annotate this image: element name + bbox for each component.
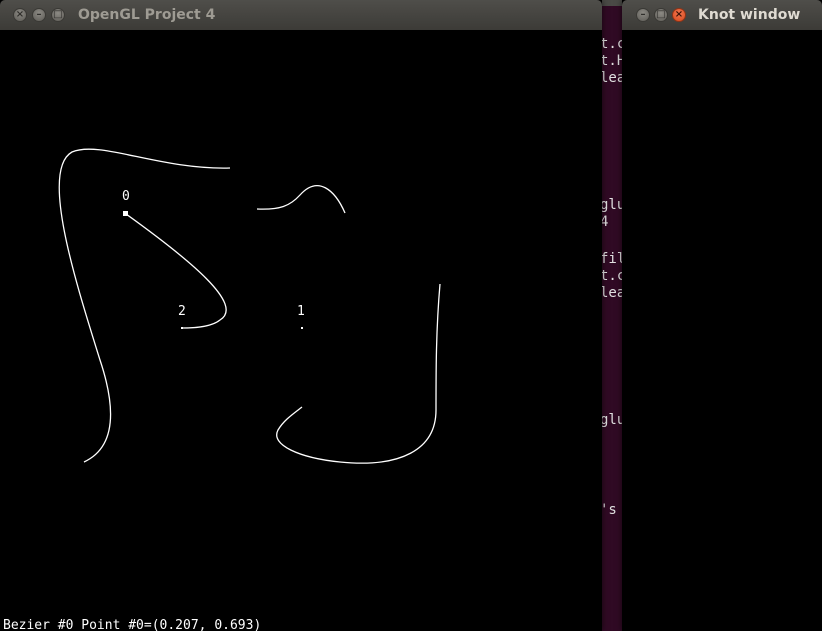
minimize-icon[interactable]: – xyxy=(636,8,650,22)
control-point-label-0: 0 xyxy=(122,189,130,204)
control-point-label-2: 2 xyxy=(178,304,186,319)
control-point-1[interactable] xyxy=(301,327,303,329)
control-point-0[interactable] xyxy=(123,211,128,216)
knot-window[interactable]: – □ × Knot window xyxy=(622,0,822,631)
opengl-canvas[interactable]: 0 1 2 Bezier #0 Point #0=(0.207, 0.693) xyxy=(0,30,602,631)
bezier-curve-hump xyxy=(256,185,346,214)
minimize-glyph: – xyxy=(640,9,646,20)
terminal-text-fragment: 's xyxy=(600,502,617,518)
minimize-glyph: – xyxy=(36,9,42,20)
bezier-curve-active xyxy=(125,213,227,329)
close-glyph: × xyxy=(674,9,684,20)
control-point-2[interactable] xyxy=(181,327,183,329)
minimize-icon[interactable]: – xyxy=(32,8,46,22)
close-icon[interactable]: × xyxy=(13,8,27,22)
knot-window-title: Knot window xyxy=(698,7,801,23)
maximize-glyph: □ xyxy=(53,9,63,20)
status-readout: Bezier #0 Point #0=(0.207, 0.693) xyxy=(3,618,262,631)
close-glyph: × xyxy=(15,9,25,20)
bezier-curve-left xyxy=(58,148,231,463)
close-icon[interactable]: × xyxy=(672,8,686,22)
maximize-glyph: □ xyxy=(656,9,666,20)
opengl-window-title: OpenGL Project 4 xyxy=(78,7,216,23)
desktop: t.c t.H lea glu 4 fil t.c lea glu's × – □ OpenGL… xyxy=(0,0,822,631)
opengl-window-titlebar[interactable]: × – □ OpenGL Project 4 xyxy=(0,0,602,30)
knot-window-titlebar[interactable]: – □ × Knot window xyxy=(622,0,822,30)
maximize-icon[interactable]: □ xyxy=(51,8,65,22)
control-point-label-1: 1 xyxy=(297,304,305,319)
bezier-drawing[interactable]: 0 1 2 xyxy=(0,30,602,631)
opengl-window[interactable]: × – □ OpenGL Project 4 0 1 2 Bezier #0 P… xyxy=(0,0,602,631)
knot-canvas[interactable] xyxy=(622,30,822,631)
maximize-icon[interactable]: □ xyxy=(654,8,668,22)
